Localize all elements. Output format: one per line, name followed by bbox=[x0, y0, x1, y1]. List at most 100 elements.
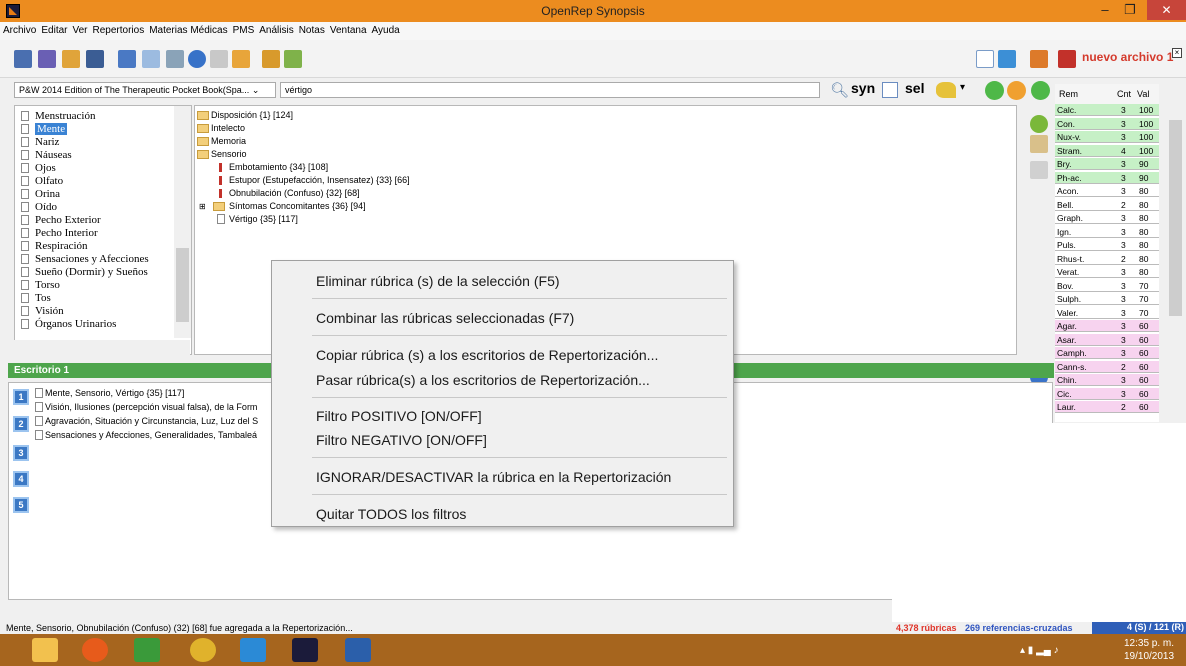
remedy-row[interactable]: Valer. 3 70 bbox=[1055, 306, 1159, 319]
remedy-row[interactable]: Chin. 3 60 bbox=[1055, 374, 1159, 386]
back-icon[interactable] bbox=[985, 81, 1004, 100]
building-icon[interactable] bbox=[210, 50, 228, 68]
check-icon[interactable] bbox=[1030, 115, 1048, 133]
chapter-scrollbar-thumb[interactable] bbox=[176, 248, 189, 322]
close-button[interactable]: ✕ bbox=[1147, 0, 1186, 20]
chapter-item[interactable]: Visión bbox=[35, 305, 64, 317]
chapter-item[interactable]: Torso bbox=[35, 279, 60, 291]
diamond-icon[interactable] bbox=[188, 50, 206, 68]
chapter-item[interactable]: Sueño (Dormir) y Sueños bbox=[35, 266, 148, 278]
add-person-icon[interactable] bbox=[284, 50, 302, 68]
desk-tab-5[interactable]: 5 bbox=[13, 497, 29, 513]
rubric-item[interactable]: Disposición {1} [124] bbox=[211, 110, 293, 120]
remedy-row[interactable]: Asar. 3 60 bbox=[1055, 333, 1159, 346]
user-icon[interactable] bbox=[62, 50, 80, 68]
chapter-item[interactable]: Orina bbox=[35, 188, 60, 200]
window-icon[interactable] bbox=[142, 50, 160, 68]
remedy-row[interactable]: Sulph. 3 70 bbox=[1055, 293, 1159, 305]
menu-item-eliminar[interactable]: Eliminar rúbrica (s) de la selección (F5… bbox=[316, 273, 560, 289]
new-file-tab[interactable]: nuevo archivo 1 bbox=[1082, 50, 1173, 64]
rubric-item[interactable]: Síntomas Concomitantes {36} [94] bbox=[229, 201, 366, 211]
desk-rubric[interactable]: Sensaciones y Afecciones, Generalidades,… bbox=[45, 430, 257, 440]
menu-ventana[interactable]: Ventana bbox=[327, 22, 369, 36]
syn-button[interactable]: syn bbox=[851, 80, 875, 96]
chapter-item[interactable]: Órganos Urinarios bbox=[35, 318, 116, 330]
menu-editar[interactable]: Editar bbox=[38, 22, 69, 36]
people-icon[interactable] bbox=[262, 50, 280, 68]
desk-tab-2[interactable]: 2 bbox=[13, 416, 29, 432]
rubric-item[interactable]: Estupor (Estupefacción, Insensatez) {33}… bbox=[229, 175, 410, 185]
plant-icon[interactable] bbox=[232, 50, 250, 68]
desk-tab-3[interactable]: 3 bbox=[13, 445, 29, 461]
menu-ver[interactable]: Ver bbox=[69, 22, 89, 36]
search-icon[interactable]: 🔍︎ bbox=[830, 81, 850, 99]
desk-rubric[interactable]: Agravación, Situación y Circunstancia, L… bbox=[45, 416, 258, 426]
remedy-row[interactable]: Acon. 3 80 bbox=[1055, 185, 1159, 197]
save-icon[interactable] bbox=[86, 50, 104, 68]
chart-icon[interactable] bbox=[1030, 50, 1048, 68]
remedy-row[interactable]: Verat. 3 80 bbox=[1055, 266, 1159, 278]
rubric-item[interactable]: Memoria bbox=[211, 136, 246, 146]
remedy-scrollbar-thumb[interactable] bbox=[1169, 120, 1182, 316]
rubric-item[interactable]: Intelecto bbox=[211, 123, 245, 133]
rubric-item[interactable]: Vértigo {35} [117] bbox=[229, 214, 298, 224]
search-input[interactable]: vértigo bbox=[280, 82, 820, 98]
rubric-item[interactable]: Sensorio bbox=[211, 149, 247, 159]
menu-item-copiar[interactable]: Copiar rúbrica (s) a los escritorios de … bbox=[316, 347, 658, 363]
expand-icon[interactable]: ⊞ bbox=[199, 202, 206, 211]
remedy-row[interactable]: Puls. 3 80 bbox=[1055, 239, 1159, 251]
repertory-select[interactable]: P&W 2014 Edition of The Therapeutic Pock… bbox=[14, 82, 276, 98]
rubric-item[interactable]: Embotamiento {34} [108] bbox=[229, 162, 328, 172]
chapter-item[interactable]: Tos bbox=[35, 292, 51, 304]
menu-item-quitar-filtros[interactable]: Quitar TODOS los filtros bbox=[316, 506, 466, 522]
brush-icon[interactable] bbox=[936, 82, 956, 98]
minimize-button[interactable]: – bbox=[1093, 0, 1117, 20]
chapter-item[interactable]: Nariz bbox=[35, 136, 59, 148]
desk-tab-1[interactable]: 1 bbox=[13, 389, 29, 405]
chapter-item[interactable]: Sensaciones y Afecciones bbox=[35, 253, 149, 265]
remedy-row[interactable]: Bov. 3 70 bbox=[1055, 279, 1159, 292]
menu-item-combinar[interactable]: Combinar las rúbricas seleccionadas (F7) bbox=[316, 310, 574, 326]
menu-item-filtro-negativo[interactable]: Filtro NEGATIVO [ON/OFF] bbox=[316, 432, 487, 448]
document-icon[interactable] bbox=[976, 50, 994, 68]
forward-icon[interactable] bbox=[1031, 81, 1050, 100]
repertory2-icon[interactable] bbox=[38, 50, 56, 68]
remedy-row[interactable]: Ph-ac. 3 90 bbox=[1055, 171, 1159, 184]
ubuntu-icon[interactable] bbox=[82, 638, 108, 662]
desk-rubric[interactable]: Visión, Ilusiones (percepción visual fal… bbox=[45, 402, 257, 412]
menu-item-filtro-positivo[interactable]: Filtro POSITIVO [ON/OFF] bbox=[316, 408, 482, 424]
repertory-icon[interactable] bbox=[14, 50, 32, 68]
pdf-icon[interactable] bbox=[1058, 50, 1076, 68]
app-icon[interactable] bbox=[6, 4, 20, 18]
desk-rubric[interactable]: Mente, Sensorio, Vértigo {35} [117] bbox=[45, 388, 184, 398]
openrep-icon[interactable] bbox=[292, 638, 318, 662]
remedy-row[interactable]: Stram. 4 100 bbox=[1055, 144, 1159, 157]
remedy-row[interactable]: Rhus-t. 2 80 bbox=[1055, 252, 1159, 265]
page-icon[interactable] bbox=[882, 82, 898, 98]
menu-notas[interactable]: Notas bbox=[296, 22, 327, 36]
remedy-row[interactable]: Calc. 3 100 bbox=[1055, 104, 1159, 116]
remedy-row[interactable]: Con. 3 100 bbox=[1055, 117, 1159, 130]
file-explorer-icon[interactable] bbox=[32, 638, 58, 662]
refresh-icon[interactable] bbox=[1007, 81, 1026, 100]
menu-item-pasar[interactable]: Pasar rúbrica(s) a los escritorios de Re… bbox=[316, 372, 650, 388]
menu-analisis[interactable]: Análisis bbox=[256, 22, 295, 36]
chapter-item[interactable]: Oído bbox=[35, 201, 57, 213]
clock-date[interactable]: 19/10/2013 bbox=[1124, 651, 1174, 662]
maximize-button[interactable]: ❐ bbox=[1117, 0, 1143, 20]
menu-item-ignorar[interactable]: IGNORAR/DESACTIVAR la rúbrica en la Repe… bbox=[316, 469, 671, 485]
tray-icons[interactable]: ▴ ▮ ▂▄ ♪ bbox=[1020, 645, 1059, 656]
chapter-item-selected[interactable]: Mente bbox=[35, 123, 68, 135]
book-icon[interactable] bbox=[1030, 135, 1048, 153]
menu-repertorios[interactable]: Repertorios bbox=[90, 22, 147, 36]
chapter-hscrollbar[interactable] bbox=[14, 340, 190, 355]
new-file-close-button[interactable]: × bbox=[1172, 48, 1182, 58]
print-icon[interactable] bbox=[118, 50, 136, 68]
chapter-item[interactable]: Olfato bbox=[35, 175, 63, 187]
clock-time[interactable]: 12:35 p. m. bbox=[1124, 638, 1174, 649]
remedy-row[interactable]: Graph. 3 80 bbox=[1055, 212, 1159, 224]
chapter-item[interactable]: Menstruación bbox=[35, 110, 95, 122]
remedy-row[interactable]: Cic. 3 60 bbox=[1055, 387, 1159, 400]
chapter-item[interactable]: Ojos bbox=[35, 162, 56, 174]
pencil-icon[interactable] bbox=[1030, 161, 1048, 179]
